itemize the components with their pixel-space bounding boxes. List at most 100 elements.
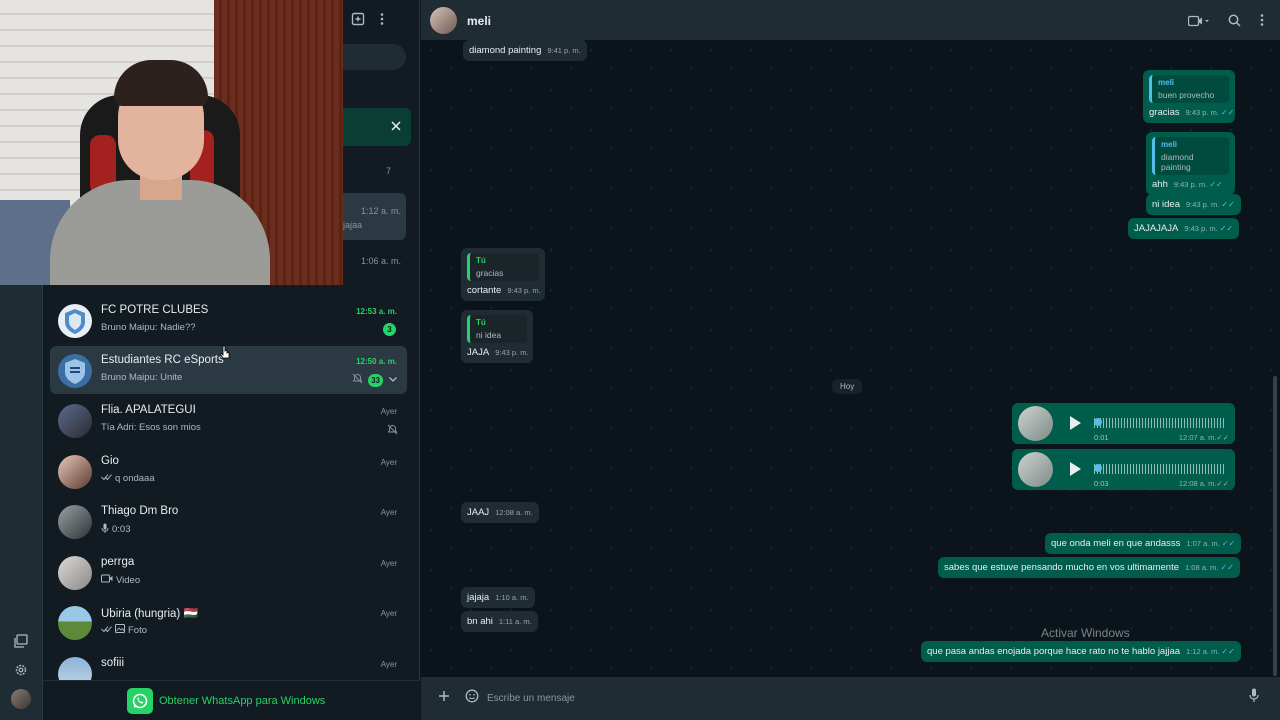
message-time: 1:10 a. m. bbox=[495, 593, 529, 602]
message-time: 9:43 p. m. bbox=[495, 348, 529, 357]
quote-text: ni idea bbox=[476, 330, 502, 340]
waveform[interactable] bbox=[1094, 418, 1224, 428]
message-text: ni idea bbox=[1152, 199, 1180, 210]
attach-plus-icon[interactable] bbox=[438, 689, 450, 707]
chat-preview: jajaa bbox=[343, 220, 363, 230]
chat-preview: Bruno Maipu: Nadie?? bbox=[101, 322, 196, 333]
message-time: 9:43 p. m. bbox=[1184, 224, 1218, 233]
voice-message[interactable]: 0:01 12:07 a. m.✓✓ bbox=[1012, 403, 1235, 444]
read-ticks-icon: ✓✓ bbox=[1221, 539, 1236, 548]
incoming-message[interactable]: diamond painting 9:41 p. m. bbox=[463, 40, 587, 61]
outgoing-message[interactable]: JAJAJAJA 9:43 p. m. ✓✓ bbox=[1128, 218, 1240, 239]
quote-author: Tú bbox=[476, 256, 486, 265]
chat-row[interactable]: Thiago Dm Bro 0:03 Ayer bbox=[50, 497, 407, 545]
voice-message[interactable]: 0:03 12:08 a. m.✓✓ bbox=[1012, 449, 1235, 490]
activate-windows-watermark: Activar Windows bbox=[1041, 626, 1130, 640]
quoted-message[interactable]: Tú ni idea bbox=[467, 315, 527, 343]
message-time: 9:43 p. m. bbox=[507, 286, 541, 295]
scrollbar[interactable] bbox=[1273, 376, 1277, 676]
chat-row[interactable]: perrga Video Ayer bbox=[50, 548, 407, 596]
settings-gear-icon[interactable] bbox=[11, 660, 31, 680]
playback-handle[interactable] bbox=[1094, 464, 1102, 472]
double-check-icon bbox=[101, 473, 112, 484]
new-chat-icon[interactable] bbox=[351, 12, 365, 31]
read-ticks-icon: ✓✓ bbox=[1220, 108, 1235, 117]
incoming-message[interactable]: Tú gracias cortante 9:43 p. m. bbox=[461, 248, 545, 301]
chat-row[interactable]: FC POTRE CLUBES Bruno Maipu: Nadie?? 12:… bbox=[50, 296, 407, 344]
search-input[interactable] bbox=[333, 44, 406, 70]
quoted-message[interactable]: meli buen provecho bbox=[1149, 75, 1229, 103]
playback-handle[interactable] bbox=[1094, 418, 1102, 426]
read-ticks-icon: ✓✓ bbox=[1216, 479, 1229, 488]
chat-row[interactable]: sofiii Ayer bbox=[50, 649, 407, 680]
media-icon[interactable] bbox=[11, 631, 31, 651]
video-call-icon[interactable] bbox=[1187, 14, 1210, 32]
photo-icon bbox=[115, 624, 125, 636]
incoming-message[interactable]: bn ahi 1:11 a. m. bbox=[461, 611, 538, 632]
message-text: JAJAJAJA bbox=[1134, 223, 1179, 234]
quote-text: gracias bbox=[476, 268, 504, 278]
play-icon[interactable] bbox=[1068, 415, 1082, 436]
message-time: 1:08 a. m. bbox=[1185, 563, 1219, 572]
message-text: diamond painting bbox=[469, 45, 542, 56]
chat-row[interactable]: Gio q ondaaa Ayer bbox=[50, 447, 407, 495]
profile-avatar[interactable] bbox=[11, 689, 31, 709]
message-time: 1:07 a. m. bbox=[1186, 539, 1220, 548]
message-time: 1:12 a. m. bbox=[1186, 647, 1220, 656]
menu-dots-icon[interactable] bbox=[1259, 13, 1265, 32]
sender-avatar bbox=[1018, 406, 1053, 441]
contact-avatar bbox=[58, 606, 92, 640]
conversation-header[interactable]: meli bbox=[421, 0, 1280, 40]
chat-preview: 0:03 bbox=[101, 523, 131, 536]
incoming-message[interactable]: JAAJ 12:08 a. m. bbox=[461, 502, 539, 523]
unread-badge: 33 bbox=[368, 373, 383, 387]
archived-count: 7 bbox=[386, 166, 392, 176]
message-text: ahh bbox=[1152, 179, 1168, 190]
contact-name[interactable]: meli bbox=[467, 14, 491, 28]
chat-time: Ayer bbox=[380, 407, 397, 416]
notification-banner[interactable]: ar bbox=[333, 108, 411, 146]
partially-hidden-chat[interactable] bbox=[333, 193, 406, 240]
message-text: que onda meli en que andasss bbox=[1051, 538, 1181, 549]
message-text: JAJA bbox=[467, 347, 490, 358]
message-time: 9:43 p. m. bbox=[1173, 180, 1208, 189]
search-icon[interactable] bbox=[1228, 14, 1241, 32]
message-time: 12:08 a. m. bbox=[495, 508, 533, 517]
microphone-icon[interactable] bbox=[1249, 688, 1259, 707]
chevron-down-icon[interactable] bbox=[388, 371, 398, 389]
outgoing-message[interactable]: que pasa andas enojada porque hace rato … bbox=[921, 641, 1241, 662]
chat-row[interactable]: Ubiria (hungria) 🇭🇺 Foto Ayer bbox=[50, 598, 407, 646]
play-icon[interactable] bbox=[1068, 461, 1082, 482]
chat-row[interactable]: Flia. APALATEGUI Tía Adri: Esos son mios… bbox=[50, 396, 407, 444]
outgoing-message[interactable]: meli diamond painting ahh 9:43 p. m. ✓✓ bbox=[1146, 132, 1235, 195]
contact-avatar bbox=[58, 505, 92, 539]
chat-name: Flia. APALATEGUI bbox=[101, 404, 196, 416]
mouse-cursor-icon bbox=[219, 345, 232, 366]
quoted-message[interactable]: meli diamond painting bbox=[1152, 137, 1229, 175]
incoming-message[interactable]: jajaja 1:10 a. m. bbox=[461, 587, 535, 608]
outgoing-message[interactable]: meli buen provecho gracias 9:43 p. m. ✓✓ bbox=[1143, 70, 1235, 123]
get-whatsapp-button[interactable]: Obtener WhatsApp para Windows bbox=[127, 688, 325, 714]
preview-text: 0:03 bbox=[112, 524, 131, 535]
preview-text: Foto bbox=[128, 624, 148, 636]
message-text: sabes que estuve pensando mucho en vos u… bbox=[944, 562, 1180, 573]
waveform[interactable] bbox=[1094, 464, 1224, 474]
get-app-footer: Obtener WhatsApp para Windows bbox=[43, 680, 420, 720]
conversation-panel: meli diamond painting 9:41 p. m. meli buen… bbox=[421, 0, 1280, 720]
message-time: 12:08 a. m.✓✓ bbox=[1179, 479, 1229, 488]
message-time: 9:43 p. m. bbox=[1185, 108, 1219, 117]
menu-dots-icon[interactable] bbox=[379, 12, 385, 31]
quoted-message[interactable]: Tú gracias bbox=[467, 253, 539, 281]
whatsapp-app: ar 7 1:12 a. m. jajaa 1:06 a. m. FC POTR… bbox=[0, 0, 1280, 720]
quote-author: Tú bbox=[476, 318, 486, 327]
outgoing-message[interactable]: que onda meli en que andasss 1:07 a. m. ✓✓ bbox=[1045, 533, 1242, 554]
read-ticks-icon: ✓✓ bbox=[1220, 563, 1234, 572]
close-icon[interactable] bbox=[391, 118, 401, 136]
contact-avatar[interactable] bbox=[430, 7, 457, 34]
outgoing-message[interactable]: ni idea 9:43 p. m. ✓✓ bbox=[1146, 194, 1241, 215]
chat-time: Ayer bbox=[380, 609, 397, 618]
outgoing-message[interactable]: sabes que estuve pensando mucho en vos u… bbox=[938, 557, 1240, 578]
message-input[interactable] bbox=[487, 687, 1227, 709]
incoming-message[interactable]: Tú ni idea JAJA 9:43 p. m. bbox=[461, 310, 533, 363]
emoji-icon[interactable] bbox=[465, 689, 479, 708]
